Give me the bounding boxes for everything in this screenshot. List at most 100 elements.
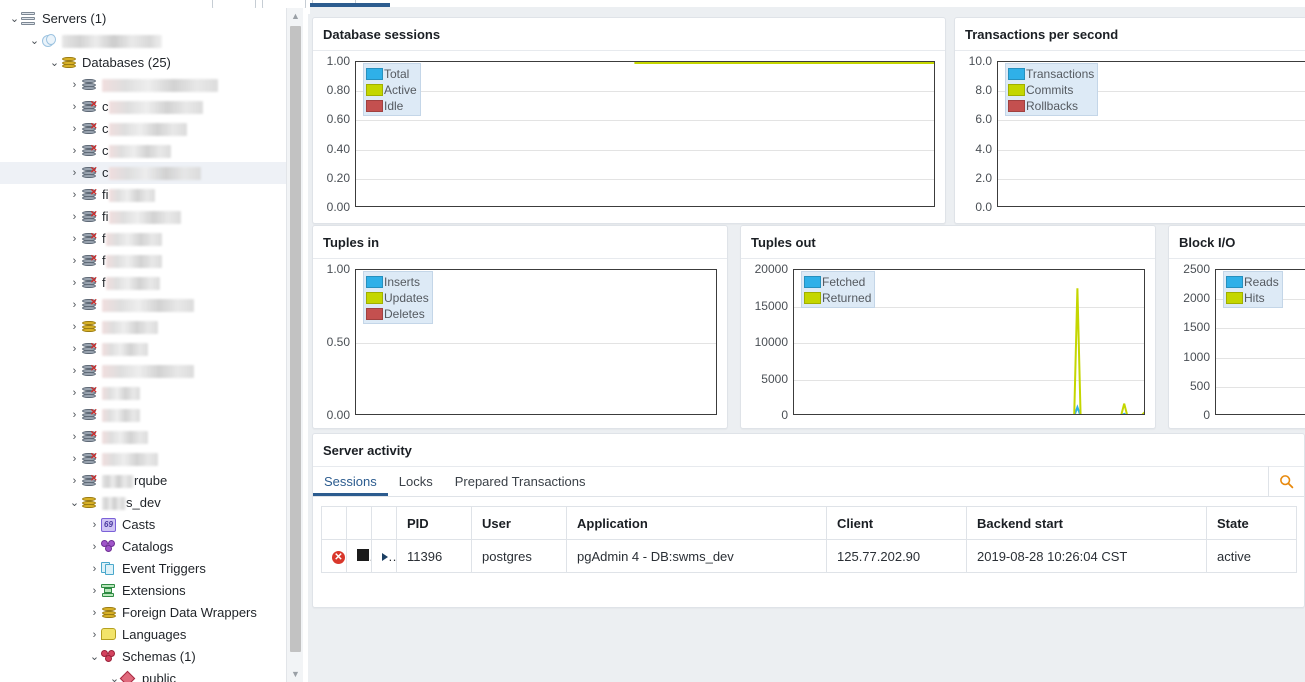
- tree-item-server[interactable]: ⌄: [0, 30, 288, 52]
- tree-twisty-server[interactable]: ⌄: [28, 30, 41, 52]
- search-icon[interactable]: [1268, 466, 1304, 496]
- tree-item-db-15[interactable]: › ✕: [0, 382, 288, 404]
- tree-twisty-db-1[interactable]: ›: [68, 74, 81, 96]
- tree-item-db-3[interactable]: › ✕ c: [0, 118, 288, 140]
- redacted-text: [102, 342, 148, 356]
- tree-twisty-db-12[interactable]: ›: [68, 316, 81, 338]
- object-browser-tree[interactable]: ⌄ Servers (1) ⌄ ⌄ Databases (25) › › ✕ c › ✕ c › ✕ c › ✕…: [0, 8, 288, 682]
- tree-item-catalogs[interactable]: › Catalogs: [0, 536, 288, 558]
- tree-twisty-db-8[interactable]: ›: [68, 228, 81, 250]
- server-activity-tabs[interactable]: Sessions Locks Prepared Transactions: [313, 466, 1304, 497]
- active-tab-indicator[interactable]: [310, 3, 390, 7]
- tree-item-db-11[interactable]: › ✕: [0, 294, 288, 316]
- scroll-up-arrow[interactable]: ▲: [287, 8, 304, 24]
- column-header-blank-1[interactable]: [346, 506, 372, 540]
- column-header-state[interactable]: State: [1206, 506, 1297, 540]
- tree-item-db-2[interactable]: › ✕ c: [0, 96, 288, 118]
- expand-caret-icon[interactable]: [371, 539, 397, 573]
- redacted-text: [108, 100, 203, 114]
- database-icon-x: ✕: [81, 385, 99, 401]
- tree-twisty-db-10[interactable]: ›: [68, 272, 81, 294]
- tree-twisty-db-20[interactable]: ⌄: [68, 492, 81, 514]
- column-header-blank-0[interactable]: [321, 506, 347, 540]
- scroll-down-arrow[interactable]: ▼: [287, 666, 304, 682]
- tree-item-db-10[interactable]: › ✕ f: [0, 272, 288, 294]
- tree-item-databases[interactable]: ⌄ Databases (25): [0, 52, 288, 74]
- tree-twisty-db-2[interactable]: ›: [68, 96, 81, 118]
- tree-item-servers[interactable]: ⌄ Servers (1): [0, 8, 288, 30]
- tree-twisty-casts[interactable]: ›: [88, 514, 101, 536]
- y-axis-label: 20000: [754, 262, 788, 276]
- y-axis-label: 0.20: [326, 170, 350, 185]
- tree-item-extensions[interactable]: › Extensions: [0, 580, 288, 602]
- tree-twisty-db-7[interactable]: ›: [68, 206, 81, 228]
- tab-prepared[interactable]: Prepared Transactions: [444, 467, 597, 496]
- tree-item-event-triggers[interactable]: › Event Triggers: [0, 558, 288, 580]
- tree-twisty-db-4[interactable]: ›: [68, 140, 81, 162]
- legend-item: Hits: [1226, 290, 1279, 305]
- tree-item-db-12[interactable]: ›: [0, 316, 288, 338]
- tree-twisty-db-5[interactable]: ›: [68, 162, 81, 184]
- redacted-text: [105, 254, 162, 268]
- tree-item-db-19[interactable]: › ✕ rqube: [0, 470, 288, 492]
- tree-twisty-db-16[interactable]: ›: [68, 404, 81, 426]
- tree-twisty-schemas[interactable]: ⌄: [88, 646, 101, 668]
- tree-item-db-9[interactable]: › ✕ f: [0, 250, 288, 272]
- column-header-application[interactable]: Application: [566, 506, 827, 540]
- tree-twisty-db-9[interactable]: ›: [68, 250, 81, 272]
- table-row[interactable]: ✕ 11396 postgres pgAdmin 4 - DB:swms_dev 125…: [321, 539, 1297, 573]
- redacted-text: [102, 298, 194, 312]
- tree-twisty-public[interactable]: ⌄: [108, 668, 121, 682]
- column-header-user[interactable]: User: [471, 506, 567, 540]
- tree-twisty-event-triggers[interactable]: ›: [88, 558, 101, 580]
- tab-sessions[interactable]: Sessions: [313, 467, 388, 496]
- tree-scrollbar-thumb[interactable]: [290, 26, 301, 652]
- tree-twisty-db-18[interactable]: ›: [68, 448, 81, 470]
- tree-twisty-db-14[interactable]: ›: [68, 360, 81, 382]
- tree-item-db-16[interactable]: › ✕: [0, 404, 288, 426]
- tree-item-label-event-triggers: Event Triggers: [122, 561, 206, 576]
- tree-twisty-extensions[interactable]: ›: [88, 580, 101, 602]
- tree-item-db-18[interactable]: › ✕: [0, 448, 288, 470]
- tree-item-db-7[interactable]: › ✕ fi: [0, 206, 288, 228]
- tree-twisty-fdw[interactable]: ›: [88, 602, 101, 624]
- tree-twisty-db-15[interactable]: ›: [68, 382, 81, 404]
- tree-twisty-db-17[interactable]: ›: [68, 426, 81, 448]
- tree-item-db-5[interactable]: › ✕ c: [0, 162, 288, 184]
- tree-item-db-14[interactable]: › ✕: [0, 360, 288, 382]
- tree-twisty-db-6[interactable]: ›: [68, 184, 81, 206]
- tree-item-languages[interactable]: › Languages: [0, 624, 288, 646]
- redacted-text: [108, 144, 171, 158]
- tree-item-label-db-7: fi: [102, 209, 109, 224]
- tree-item-schemas[interactable]: ⌄ Schemas (1): [0, 646, 288, 668]
- column-header-backend-start[interactable]: Backend start: [966, 506, 1207, 540]
- tree-twisty-db-3[interactable]: ›: [68, 118, 81, 140]
- tree-item-public[interactable]: ⌄ public: [0, 668, 288, 682]
- tree-twisty-catalogs[interactable]: ›: [88, 536, 101, 558]
- tree-twisty-db-13[interactable]: ›: [68, 338, 81, 360]
- tree-item-fdw[interactable]: › Foreign Data Wrappers: [0, 602, 288, 624]
- tree-twisty-db-19[interactable]: ›: [68, 470, 81, 492]
- tree-item-db-1[interactable]: ›: [0, 74, 288, 96]
- cancel-query-icon[interactable]: ✕: [321, 539, 347, 573]
- legend-label-inserts: Inserts: [384, 274, 421, 289]
- column-header-blank-2[interactable]: [371, 506, 397, 540]
- tree-twisty-databases[interactable]: ⌄: [48, 52, 61, 74]
- tree-item-casts[interactable]: › 69 Casts: [0, 514, 288, 536]
- tab-locks[interactable]: Locks: [388, 467, 444, 496]
- tree-item-db-6[interactable]: › ✕ fi: [0, 184, 288, 206]
- tree-item-db-13[interactable]: › ✕: [0, 338, 288, 360]
- tree-item-db-8[interactable]: › ✕ f: [0, 228, 288, 250]
- tree-twisty-db-11[interactable]: ›: [68, 294, 81, 316]
- foreign-data-wrappers-icon: [101, 605, 119, 621]
- column-header-client[interactable]: Client: [826, 506, 967, 540]
- tree-item-db-4[interactable]: › ✕ c: [0, 140, 288, 162]
- legend-label-updates: Updates: [384, 290, 429, 305]
- tree-twisty-servers[interactable]: ⌄: [8, 8, 21, 30]
- tree-item-db-17[interactable]: › ✕: [0, 426, 288, 448]
- column-header-pid[interactable]: PID: [396, 506, 472, 540]
- tree-item-db-20[interactable]: ⌄ s_dev: [0, 492, 288, 514]
- terminate-session-icon[interactable]: [346, 539, 372, 573]
- tree-scrollbar[interactable]: ▲ ▼: [286, 8, 304, 682]
- tree-twisty-languages[interactable]: ›: [88, 624, 101, 646]
